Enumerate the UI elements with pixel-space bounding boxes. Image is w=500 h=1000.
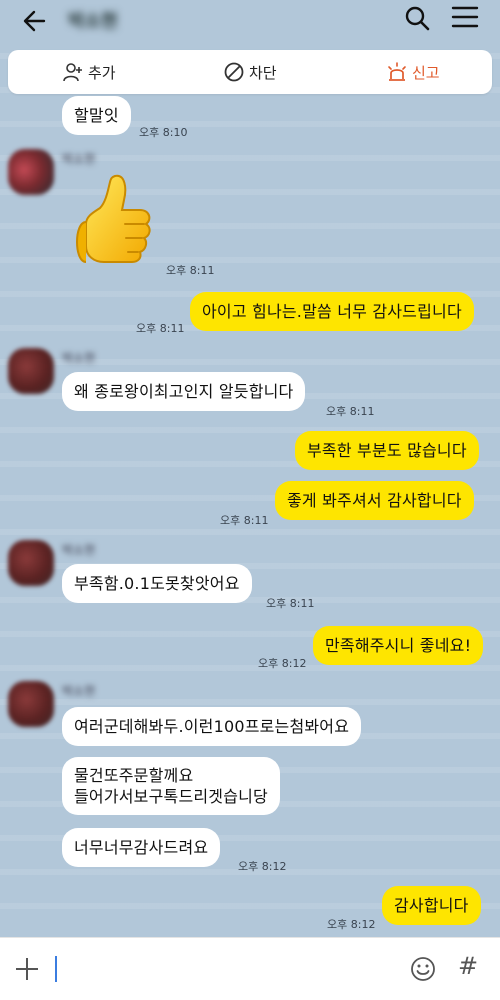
menu-icon[interactable] — [450, 5, 480, 29]
message-time: 오후 8:11 — [266, 597, 315, 610]
report-button[interactable]: 신고 — [386, 50, 440, 94]
message-time: 오후 8:11 — [326, 405, 375, 418]
chat-title: 박소현 — [68, 11, 118, 32]
plus-icon[interactable] — [14, 956, 40, 982]
block-button[interactable]: 차단 — [223, 50, 277, 94]
friend-action-bar: 추가 차단 신고 — [8, 50, 492, 94]
message-line: 들어가서보구톡드리겟습니당 — [74, 787, 268, 806]
chat-header: 박소현 — [0, 0, 500, 42]
message-bubble-outgoing[interactable]: 만족해주시니 좋네요! — [313, 626, 484, 665]
message-bubble-incoming[interactable]: 할말잇 — [62, 96, 131, 135]
message-input-bar: # — [0, 937, 500, 1000]
message-bubble-outgoing[interactable]: 아이고 힘나는.말씀 너무 감사드립니다 — [190, 292, 474, 331]
sender-name: 박소현 — [62, 152, 96, 166]
report-label: 신고 — [412, 63, 440, 82]
message-time: 오후 8:11 — [166, 264, 215, 277]
message-bubble-incoming[interactable]: 부족함.0.1도못찾앗어요 — [62, 564, 252, 603]
message-bubble-outgoing[interactable]: 부족한 부분도 많습니다 — [295, 431, 479, 470]
message-time: 오후 8:12 — [327, 918, 376, 931]
sender-name: 박소현 — [62, 543, 96, 557]
sender-name: 박소현 — [62, 684, 96, 698]
avatar[interactable] — [8, 540, 54, 586]
message-time: 오후 8:10 — [139, 126, 188, 139]
message-line: 물건또주문할께요 — [74, 766, 194, 785]
block-icon — [224, 62, 244, 82]
avatar[interactable] — [8, 348, 54, 394]
message-bubble-incoming[interactable]: 너무너무감사드려요 — [62, 828, 221, 867]
message-bubble-outgoing[interactable]: 좋게 봐주셔서 감사합니다 — [275, 481, 474, 520]
siren-icon — [388, 62, 406, 81]
add-friend-button[interactable]: 추가 — [62, 50, 116, 94]
avatar[interactable] — [8, 149, 54, 195]
search-icon[interactable] — [403, 4, 431, 32]
thumbs-up-icon[interactable] — [70, 170, 160, 270]
message-bubble-incoming[interactable]: 왜 종로왕이최고인지 알듯합니다 — [62, 372, 306, 411]
add-friend-label: 추가 — [88, 63, 116, 82]
message-time: 오후 8:12 — [238, 860, 287, 873]
back-arrow-icon[interactable] — [20, 6, 50, 36]
add-person-icon — [63, 63, 82, 82]
avatar[interactable] — [8, 681, 54, 727]
text-caret — [55, 956, 57, 982]
message-bubble-incoming[interactable]: 여러군데해봐두.이런100프로는첨봐어요 — [62, 707, 362, 746]
message-time: 오후 8:11 — [220, 514, 269, 527]
message-input[interactable] — [60, 952, 390, 986]
hash-icon[interactable]: # — [458, 952, 478, 980]
message-time: 오후 8:11 — [136, 322, 185, 335]
emoji-icon[interactable] — [409, 955, 437, 983]
sender-name: 박소현 — [62, 351, 96, 365]
message-bubble-outgoing[interactable]: 감사합니다 — [382, 886, 481, 925]
message-time: 오후 8:12 — [258, 657, 307, 670]
message-bubble-incoming[interactable]: 물건또주문할께요 들어가서보구톡드리겟습니당 — [62, 757, 280, 815]
block-label: 차단 — [249, 63, 277, 82]
